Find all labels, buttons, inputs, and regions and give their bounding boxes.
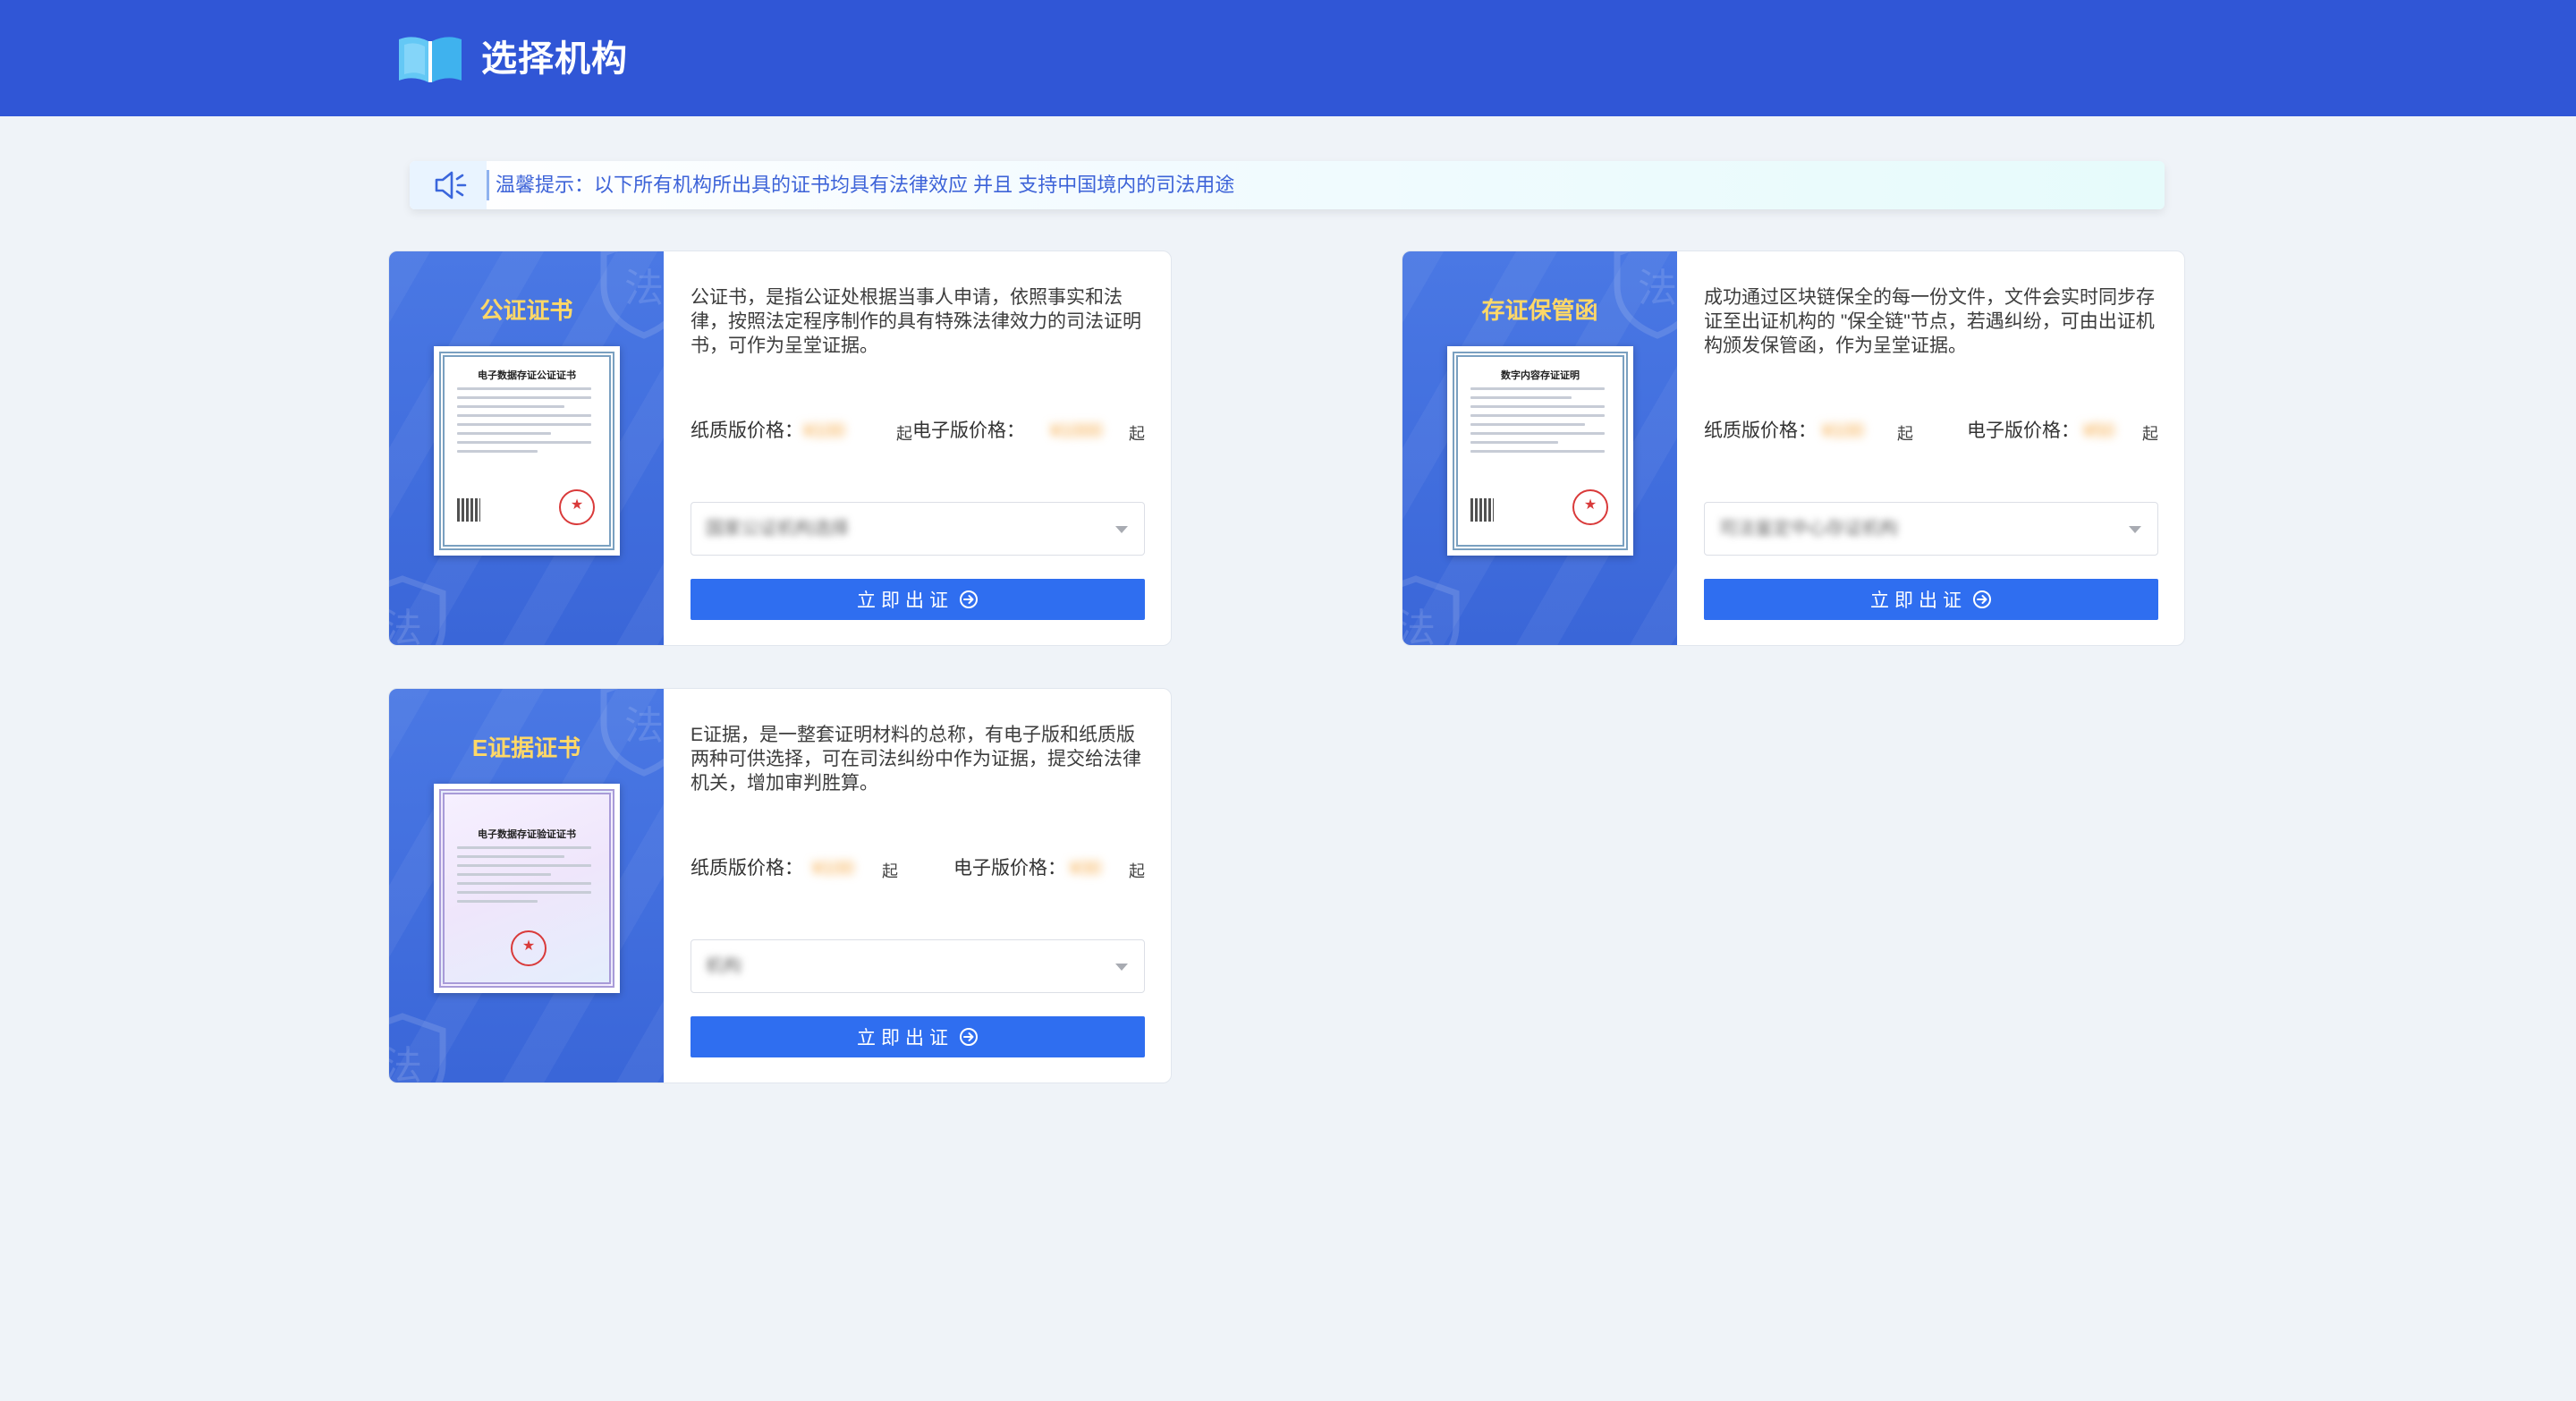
svg-text:法: 法 [389,1043,422,1083]
certificate-heading: 电子数据存证验证证书 [478,829,576,840]
institution-select[interactable]: 司法鉴定中心存证机构 [1704,502,2158,556]
arrow-circle-right-icon [960,590,978,608]
card-description: E证据，是一整套证明材料的总称，有电子版和纸质版两种可供选择，可在司法纠纷中作为… [691,725,1141,794]
official-seal [511,930,547,966]
card-cover: 法 法 公证证书 电子数据存证公证证书 [389,251,664,645]
page-title: 选择机构 [481,39,628,79]
arrow-circle-right-icon [1973,590,1991,608]
law-shield-watermark-icon: 法 [1402,575,1460,645]
price-row: 纸质版价格： ¥100 起 电子版价格： ¥1000 起 [691,418,1156,445]
card-title: E证据证书 [471,734,581,761]
notice-divider [487,170,489,200]
electronic-price-value: ¥1000 [1050,420,1103,441]
paper-price-value: ¥100 [812,858,854,879]
card-description: 成功通过区块链保全的每一份文件，文件会实时同步存证至出证机构的 "保全链"节点，… [1704,287,2155,356]
issue-certificate-button-label: 立即出证 [857,590,953,611]
institution-card-e-evidence: 法 法 E证据证书 电子数据存证验证证书 E证据，是一整套证明材料的总称，有电子… [388,688,1172,1083]
chevron-down-icon [1115,964,1128,971]
price-row: 纸质版价格： ¥100 起 电子版价格： ¥50 起 [1704,418,2169,445]
institution-select[interactable]: 国家公证机构选择 [691,502,1145,556]
electronic-price-label: 电子版价格： [953,858,1066,879]
paper-price-label: 纸质版价格： [691,858,803,879]
official-seal [559,489,595,525]
certificate-image: 电子数据存证公证证书 [434,346,620,556]
qr-code [1470,498,1494,522]
notice-bar: 温馨提示：以下所有机构所出具的证书均具有法律效应 并且 支持中国境内的司法用途 [410,161,2165,209]
institution-card-notary: 法 法 公证证书 电子数据存证公证证书 公证书，是指公证处根据当事人申请，依照事… [388,250,1172,646]
institution-select-value: 国家公证机构选择 [706,519,849,539]
official-seal [1572,489,1608,525]
electronic-price-suffix: 起 [1129,425,1145,443]
issue-certificate-button-label: 立即出证 [857,1028,953,1049]
card-title: 公证证书 [479,297,573,324]
page-header: 选择机构 [0,0,2576,116]
notice-text: 温馨提示：以下所有机构所出具的证书均具有法律效应 并且 支持中国境内的司法用途 [496,174,1235,196]
paper-price-label: 纸质版价格： [1704,420,1817,441]
certificate-image: 电子数据存证验证证书 [434,784,620,993]
speaker-icon [435,171,467,200]
card-description: 公证书，是指公证处根据当事人申请，依照事实和法律，按照法定程序制作的具有特殊法律… [691,287,1141,356]
svg-text:法: 法 [389,606,422,645]
card-title: 存证保管函 [1481,297,1598,324]
chevron-down-icon [1115,526,1128,533]
paper-price-value: ¥100 [803,420,845,441]
price-row: 纸质版价格： ¥100 起 电子版价格： ¥30 起 [691,855,1156,882]
card-cover: 法 法 E证据证书 电子数据存证验证证书 [389,689,664,1083]
institution-select-value: 司法鉴定中心存证机构 [1719,519,1898,539]
institution-card-custody: 法 法 存证保管函 数字内容存证证明 成功通过区块链保全的每一份文件，文件会实时… [1402,250,2185,646]
paper-price-suffix: 起 [882,862,898,880]
open-book-logo-icon [395,30,465,88]
electronic-price-suffix: 起 [2142,425,2158,443]
svg-text:法: 法 [1402,606,1436,645]
chevron-down-icon [2129,526,2141,533]
law-shield-watermark-icon: 法 [389,1013,446,1083]
institution-select-value: 机构 [706,956,741,976]
issue-certificate-button[interactable]: 立即出证 [691,1016,1145,1057]
certificate-heading: 数字内容存证证明 [1501,370,1580,381]
electronic-price-value: ¥50 [2083,420,2115,441]
law-shield-watermark-icon: 法 [389,575,446,645]
paper-price-label: 纸质版价格： [691,420,803,441]
paper-price-value: ¥100 [1822,420,1864,441]
paper-price-suffix: 起 [896,425,912,443]
certificate-heading: 电子数据存证公证证书 [478,370,576,381]
issue-certificate-button[interactable]: 立即出证 [691,579,1145,620]
institution-select[interactable]: 机构 [691,939,1145,993]
electronic-price-suffix: 起 [1129,862,1145,880]
electronic-price-label: 电子版价格： [1967,420,2080,441]
qr-code [457,498,480,522]
issue-certificate-button-label: 立即出证 [1870,590,1967,611]
electronic-price-label: 电子版价格： [912,420,1025,441]
issue-certificate-button[interactable]: 立即出证 [1704,579,2158,620]
electronic-price-value: ¥30 [1070,858,1102,879]
paper-price-suffix: 起 [1897,425,1913,443]
notice-icon-box [410,161,487,209]
certificate-image: 数字内容存证证明 [1447,346,1633,556]
arrow-circle-right-icon [960,1028,978,1046]
card-cover: 法 法 存证保管函 数字内容存证证明 [1402,251,1677,645]
